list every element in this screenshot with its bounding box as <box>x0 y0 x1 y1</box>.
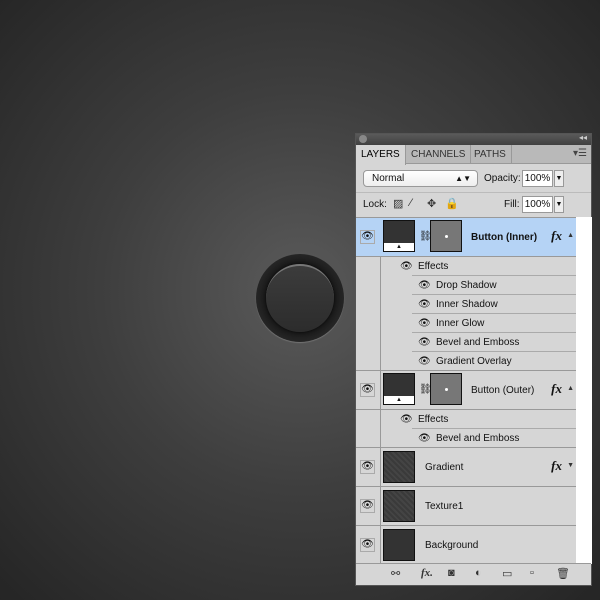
effect-name: Gradient Overlay <box>436 356 512 367</box>
layer-texture1[interactable]: 👁 Texture1 <box>356 487 576 526</box>
layer-thumbnail <box>383 490 415 522</box>
effects-group[interactable]: 👁 Effects <box>356 410 576 429</box>
effect-name: Inner Shadow <box>436 299 498 310</box>
lock-all-icon[interactable]: 🔒 <box>445 197 459 210</box>
eye-icon[interactable]: 👁 <box>400 257 413 276</box>
trash-icon[interactable]: 🗑 <box>556 567 570 580</box>
layers-panel: ◂◂ LAYERS CHANNELS PATHS ▾☰ Normal ▲▼ Opa… <box>355 133 592 586</box>
link-icon[interactable]: ⚯ <box>391 567 400 580</box>
panel-menu-icon[interactable]: ▾☰ <box>573 148 587 159</box>
opacity-input[interactable]: 100% <box>522 170 553 187</box>
opacity-dropdown[interactable]: ▼ <box>554 170 564 187</box>
effect-name: Inner Glow <box>436 318 485 329</box>
effects-label: Effects <box>418 261 449 272</box>
layer-background[interactable]: 👁 Background <box>356 526 576 565</box>
tab-paths[interactable]: PATHS <box>469 145 512 164</box>
collapse-icon[interactable]: ◂◂ <box>579 133 587 142</box>
fx-icon[interactable]: fx. <box>421 567 433 579</box>
effect-item[interactable]: 👁 Inner Glow <box>356 314 576 333</box>
layer-thumbnail <box>383 451 415 483</box>
mask-thumbnail[interactable] <box>430 373 462 405</box>
eye-icon[interactable]: 👁 <box>418 276 431 295</box>
layer-name: Gradient <box>425 462 464 473</box>
mask-thumbnail[interactable] <box>430 220 462 252</box>
layer-thumbnail <box>383 529 415 561</box>
effect-item[interactable]: 👁 Inner Shadow <box>356 295 576 314</box>
canvas-button-artwork <box>256 254 344 342</box>
panel-titlebar[interactable]: ◂◂ <box>356 133 591 145</box>
close-icon[interactable] <box>359 135 367 143</box>
eye-icon[interactable]: 👁 <box>360 383 375 397</box>
effect-item[interactable]: 👁 Bevel and Emboss <box>356 429 576 448</box>
layer-thumbnail: ▲ <box>383 220 415 252</box>
opacity-label: Opacity: <box>484 173 521 184</box>
adjustment-icon[interactable]: ◐ <box>475 567 482 579</box>
eye-icon[interactable]: 👁 <box>418 429 431 448</box>
effects-group[interactable]: 👁 Effects <box>356 257 576 276</box>
layer-button-inner[interactable]: 👁 ▲ ⛓ Button (Inner) fx ▲ <box>356 218 576 257</box>
effect-item[interactable]: 👁 Gradient Overlay <box>356 352 576 371</box>
lock-brush-icon[interactable]: ⁄ <box>410 197 412 209</box>
effect-item[interactable]: 👁 Bevel and Emboss <box>356 333 576 352</box>
fill-dropdown[interactable]: ▼ <box>554 196 564 213</box>
layer-name: Button (Inner) <box>471 232 538 243</box>
eye-icon[interactable]: 👁 <box>360 538 375 552</box>
fx-icon[interactable]: fx <box>551 458 562 474</box>
updown-icon: ▲▼ <box>455 174 471 183</box>
eye-icon[interactable]: 👁 <box>360 460 375 474</box>
layer-thumbnail: ▲ <box>383 373 415 405</box>
layer-gradient[interactable]: 👁 Gradient fx ▼ <box>356 448 576 487</box>
collapse-effects-icon[interactable]: ▲ <box>567 385 574 392</box>
tab-channels[interactable]: CHANNELS <box>406 145 472 164</box>
eye-icon[interactable]: 👁 <box>418 352 431 371</box>
new-layer-icon[interactable]: ▫ <box>530 567 534 579</box>
eye-icon[interactable]: 👁 <box>418 295 431 314</box>
effect-item[interactable]: 👁 Drop Shadow <box>356 276 576 295</box>
layer-name: Background <box>425 540 479 551</box>
layer-name: Button (Outer) <box>471 385 535 396</box>
fill-label: Fill: <box>504 199 520 210</box>
panel-scroll-area[interactable] <box>576 217 592 564</box>
lock-move-icon[interactable]: ✥ <box>427 197 436 210</box>
effect-name: Bevel and Emboss <box>436 337 520 348</box>
fill-input[interactable]: 100% <box>522 196 553 213</box>
effect-name: Bevel and Emboss <box>436 433 520 444</box>
collapse-effects-icon[interactable]: ▲ <box>567 232 574 239</box>
layer-name: Texture1 <box>425 501 464 512</box>
eye-icon[interactable]: 👁 <box>360 230 375 244</box>
eye-icon[interactable]: 👁 <box>418 333 431 352</box>
effect-name: Drop Shadow <box>436 280 497 291</box>
blend-mode-select[interactable]: Normal ▲▼ <box>363 170 478 187</box>
fx-icon[interactable]: fx <box>551 228 562 244</box>
panel-bottom-bar: ⚯ fx. ◙ ◐ ▭ ▫ 🗑 <box>356 563 591 585</box>
mask-icon[interactable]: ◙ <box>448 567 455 579</box>
tab-layers[interactable]: LAYERS <box>356 145 406 165</box>
layer-button-outer[interactable]: 👁 ▲ ⛓ Button (Outer) fx ▲ <box>356 371 576 410</box>
blend-mode-value: Normal <box>372 173 405 184</box>
fx-icon[interactable]: fx <box>551 381 562 397</box>
lock-transparent-icon[interactable]: ▨ <box>393 197 403 210</box>
expand-effects-icon[interactable]: ▼ <box>567 462 574 469</box>
eye-icon[interactable]: 👁 <box>418 314 431 333</box>
eye-icon[interactable]: 👁 <box>400 410 413 429</box>
layers-list: 👁 ▲ ⛓ Button (Inner) fx ▲ 👁 Effects 👁 Drop… <box>356 217 576 565</box>
eye-icon[interactable]: 👁 <box>360 499 375 513</box>
effects-label: Effects <box>418 414 449 425</box>
folder-icon[interactable]: ▭ <box>502 567 512 580</box>
lock-label: Lock: <box>363 199 387 210</box>
